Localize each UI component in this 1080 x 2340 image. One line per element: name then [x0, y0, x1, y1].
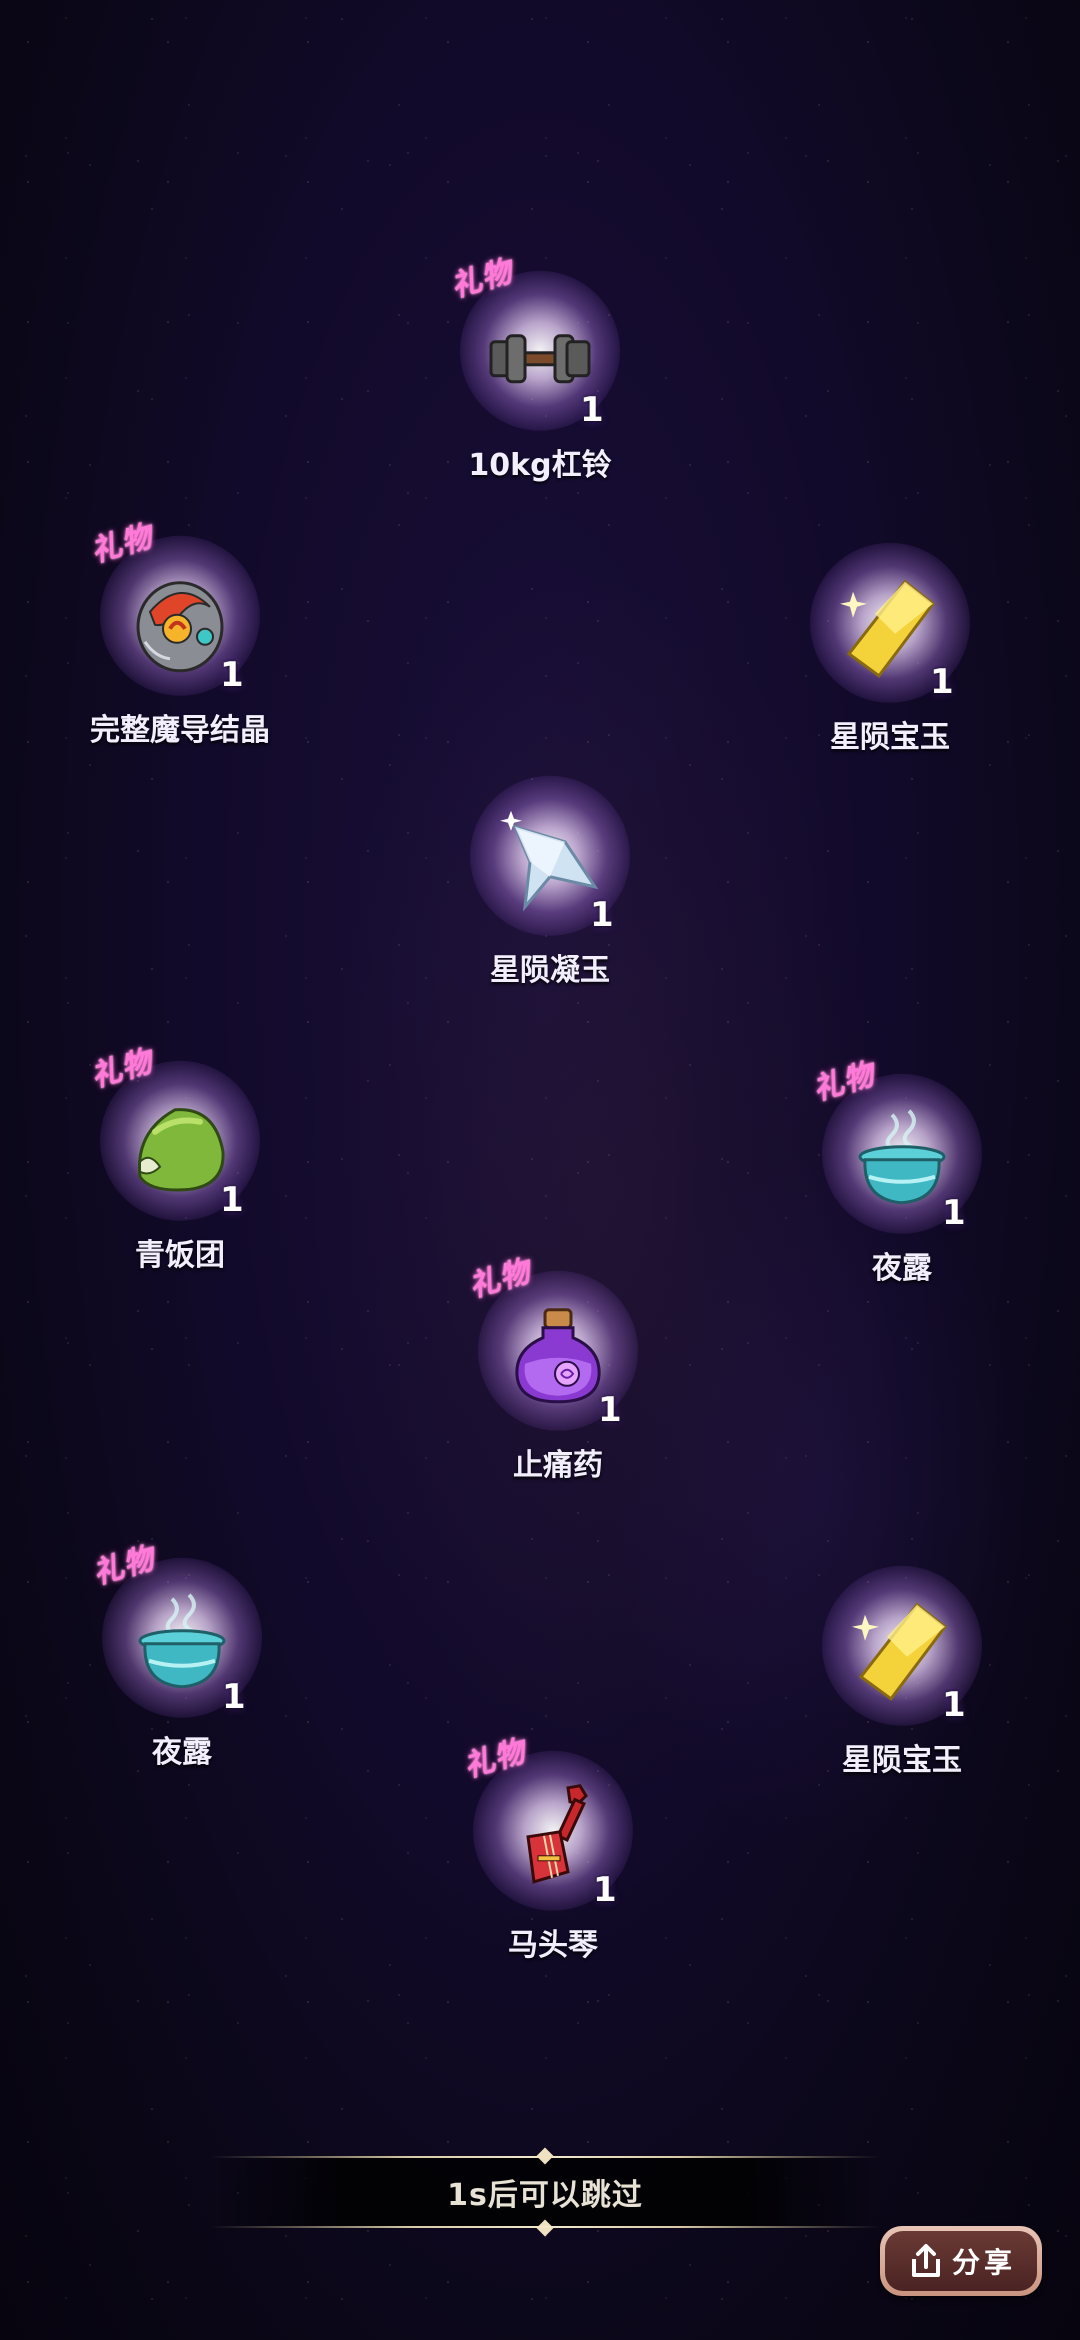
- reward-count: 1: [598, 1390, 622, 1430]
- reward-name: 星陨凝玉: [490, 953, 610, 988]
- reward-name: 完整魔导结晶: [90, 713, 270, 748]
- reward-name: 10kg杠铃: [468, 448, 612, 483]
- reward-name: 星陨宝玉: [842, 1743, 962, 1778]
- reward-count: 1: [220, 655, 244, 695]
- reward-item-horsehead-fiddle: 礼物 1 马头琴: [433, 1730, 673, 1970]
- night-dew-jar-icon: [847, 1105, 957, 1215]
- reward-name: 星陨宝玉: [830, 720, 950, 755]
- night-dew-jar-icon: [127, 1589, 237, 1699]
- share-button[interactable]: 分享: [880, 2226, 1042, 2296]
- reward-name: 青饭团: [135, 1238, 225, 1273]
- yellow-gem-icon: [835, 574, 945, 684]
- reward-count: 1: [593, 1870, 617, 1910]
- potion-bottle-icon: [503, 1302, 613, 1412]
- yellow-gem-icon: [847, 1597, 957, 1707]
- reward-item-star-gem: 1 星陨宝玉: [770, 522, 1010, 762]
- skip-countdown-text: 1s后可以跳过: [447, 2178, 643, 2213]
- dumbbell-icon: [485, 302, 595, 412]
- horsehead-fiddle-icon: [498, 1782, 608, 1892]
- reward-item-star-gem: 1 星陨宝玉: [782, 1545, 1022, 1785]
- reward-name: 止痛药: [513, 1448, 603, 1483]
- reward-count: 1: [222, 1677, 246, 1717]
- rice-ball-icon: [125, 1092, 235, 1202]
- reward-item-night-dew: 礼物 1 夜露: [782, 1053, 1022, 1293]
- reward-item-rice-ball: 礼物 1 青饭团: [60, 1040, 300, 1280]
- reward-name: 夜露: [872, 1251, 932, 1286]
- share-button-face[interactable]: 分享: [885, 2231, 1037, 2291]
- reward-item-star-jade: 1 星陨凝玉: [430, 755, 670, 995]
- reward-item-magic-crystal: 礼物 1 完整魔导结晶: [60, 515, 300, 755]
- reward-count: 1: [580, 390, 604, 430]
- reward-count: 1: [930, 662, 954, 702]
- reward-item-barbell: 礼物 1 10kg杠铃: [420, 250, 660, 490]
- reward-count: 1: [942, 1685, 966, 1725]
- magic-crystal-icon: [125, 567, 235, 677]
- reward-item-night-dew: 礼物 1 夜露: [62, 1537, 302, 1777]
- reward-count: 1: [942, 1193, 966, 1233]
- reward-name: 马头琴: [508, 1928, 598, 1963]
- share-button-label: 分享: [951, 2246, 1016, 2279]
- reward-item-painkiller: 礼物 1 止痛药: [438, 1250, 678, 1490]
- reward-name: 夜露: [152, 1735, 212, 1770]
- star-jade-icon: [495, 807, 605, 917]
- share-upload-icon: [911, 2244, 940, 2277]
- skip-countdown-bar: 1s后可以跳过: [210, 2147, 880, 2237]
- reward-count: 1: [220, 1180, 244, 1220]
- reward-count: 1: [590, 895, 614, 935]
